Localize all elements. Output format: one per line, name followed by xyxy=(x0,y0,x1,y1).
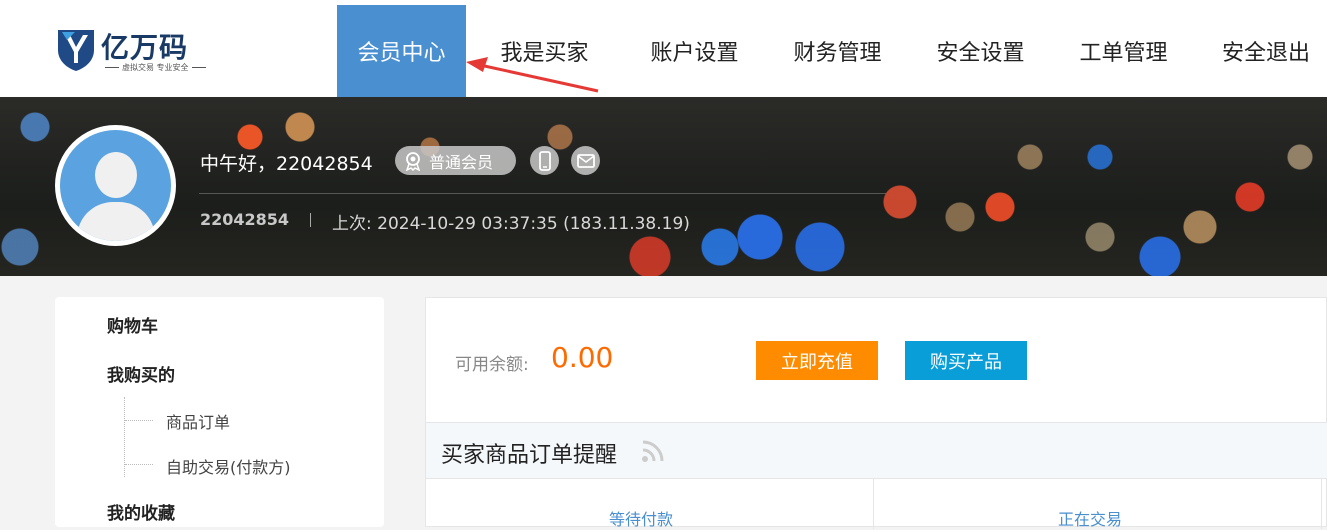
tree-branch xyxy=(125,464,153,465)
user-id: 22042854 xyxy=(200,210,290,229)
phone-verify-button[interactable] xyxy=(530,146,559,175)
medal-icon xyxy=(405,151,421,171)
banner-divider xyxy=(199,193,886,194)
nav-account-settings[interactable]: 账户设置 xyxy=(623,5,766,97)
shield-logo-icon xyxy=(58,30,94,71)
tree-branch xyxy=(125,420,153,421)
nav-finance[interactable]: 财务管理 xyxy=(766,5,909,97)
logo-slogan: 虚拟交易 专业安全 xyxy=(102,62,209,73)
logo-name: 亿万码 xyxy=(101,31,189,64)
recharge-button[interactable]: 立即充值 xyxy=(756,341,878,380)
column-divider xyxy=(1321,479,1322,529)
main-panel: 可用余额: 0.00 立即充值 购买产品 买家商品订单提醒 等待付款 正在交易 xyxy=(425,297,1327,530)
nav-tickets[interactable]: 工单管理 xyxy=(1052,5,1195,97)
stat-in-progress[interactable]: 正在交易 xyxy=(1058,506,1122,530)
nav-logout[interactable]: 安全退出 xyxy=(1195,5,1327,97)
tree-connector xyxy=(124,397,125,477)
column-divider xyxy=(873,479,874,529)
annotation-arrow-icon xyxy=(466,57,599,93)
sidebar-menu: 购物车 我购买的 商品订单 自助交易(付款方) 我的收藏 xyxy=(55,297,384,527)
member-level-badge[interactable]: 普通会员 xyxy=(395,146,516,175)
balance-value: 0.00 xyxy=(551,341,614,374)
sidebar-item-cart[interactable]: 购物车 xyxy=(107,312,158,337)
stat-pending-payment[interactable]: 等待付款 xyxy=(609,506,673,530)
sidebar-item-self-trade[interactable]: 自助交易(付款方) xyxy=(166,454,291,478)
order-reminder-header: 买家商品订单提醒 xyxy=(426,422,1327,479)
top-header: 亿万码 虚拟交易 专业安全 会员中心 我是买家 账户设置 财务管理 安全设置 工… xyxy=(0,0,1327,97)
mail-icon xyxy=(576,153,595,168)
nav-member-center[interactable]: 会员中心 xyxy=(337,5,466,97)
avatar[interactable] xyxy=(55,125,176,246)
phone-icon xyxy=(538,150,551,171)
info-separator xyxy=(310,213,311,227)
site-logo[interactable]: 亿万码 虚拟交易 专业安全 xyxy=(55,24,205,76)
sidebar-item-favorites[interactable]: 我的收藏 xyxy=(107,499,175,524)
member-level-label: 普通会员 xyxy=(429,152,494,172)
buy-product-button[interactable]: 购买产品 xyxy=(905,341,1027,380)
avatar-placeholder-icon xyxy=(60,130,171,241)
profile-banner: 中午好，22042854 普通会员 22042854 上次: 2024-10-2… xyxy=(0,97,1327,276)
greeting-text: 中午好，22042854 xyxy=(200,153,373,175)
sidebar-item-product-orders[interactable]: 商品订单 xyxy=(166,409,230,433)
rss-icon xyxy=(642,440,664,462)
section-title: 买家商品订单提醒 xyxy=(441,443,618,468)
nav-security-settings[interactable]: 安全设置 xyxy=(909,5,1052,97)
email-verify-button[interactable] xyxy=(571,146,600,175)
last-login-info: 上次: 2024-10-29 03:37:35 (183.11.38.19) xyxy=(332,214,690,234)
sidebar-item-purchases[interactable]: 我购买的 xyxy=(107,361,175,386)
balance-label: 可用余额: xyxy=(455,355,529,375)
